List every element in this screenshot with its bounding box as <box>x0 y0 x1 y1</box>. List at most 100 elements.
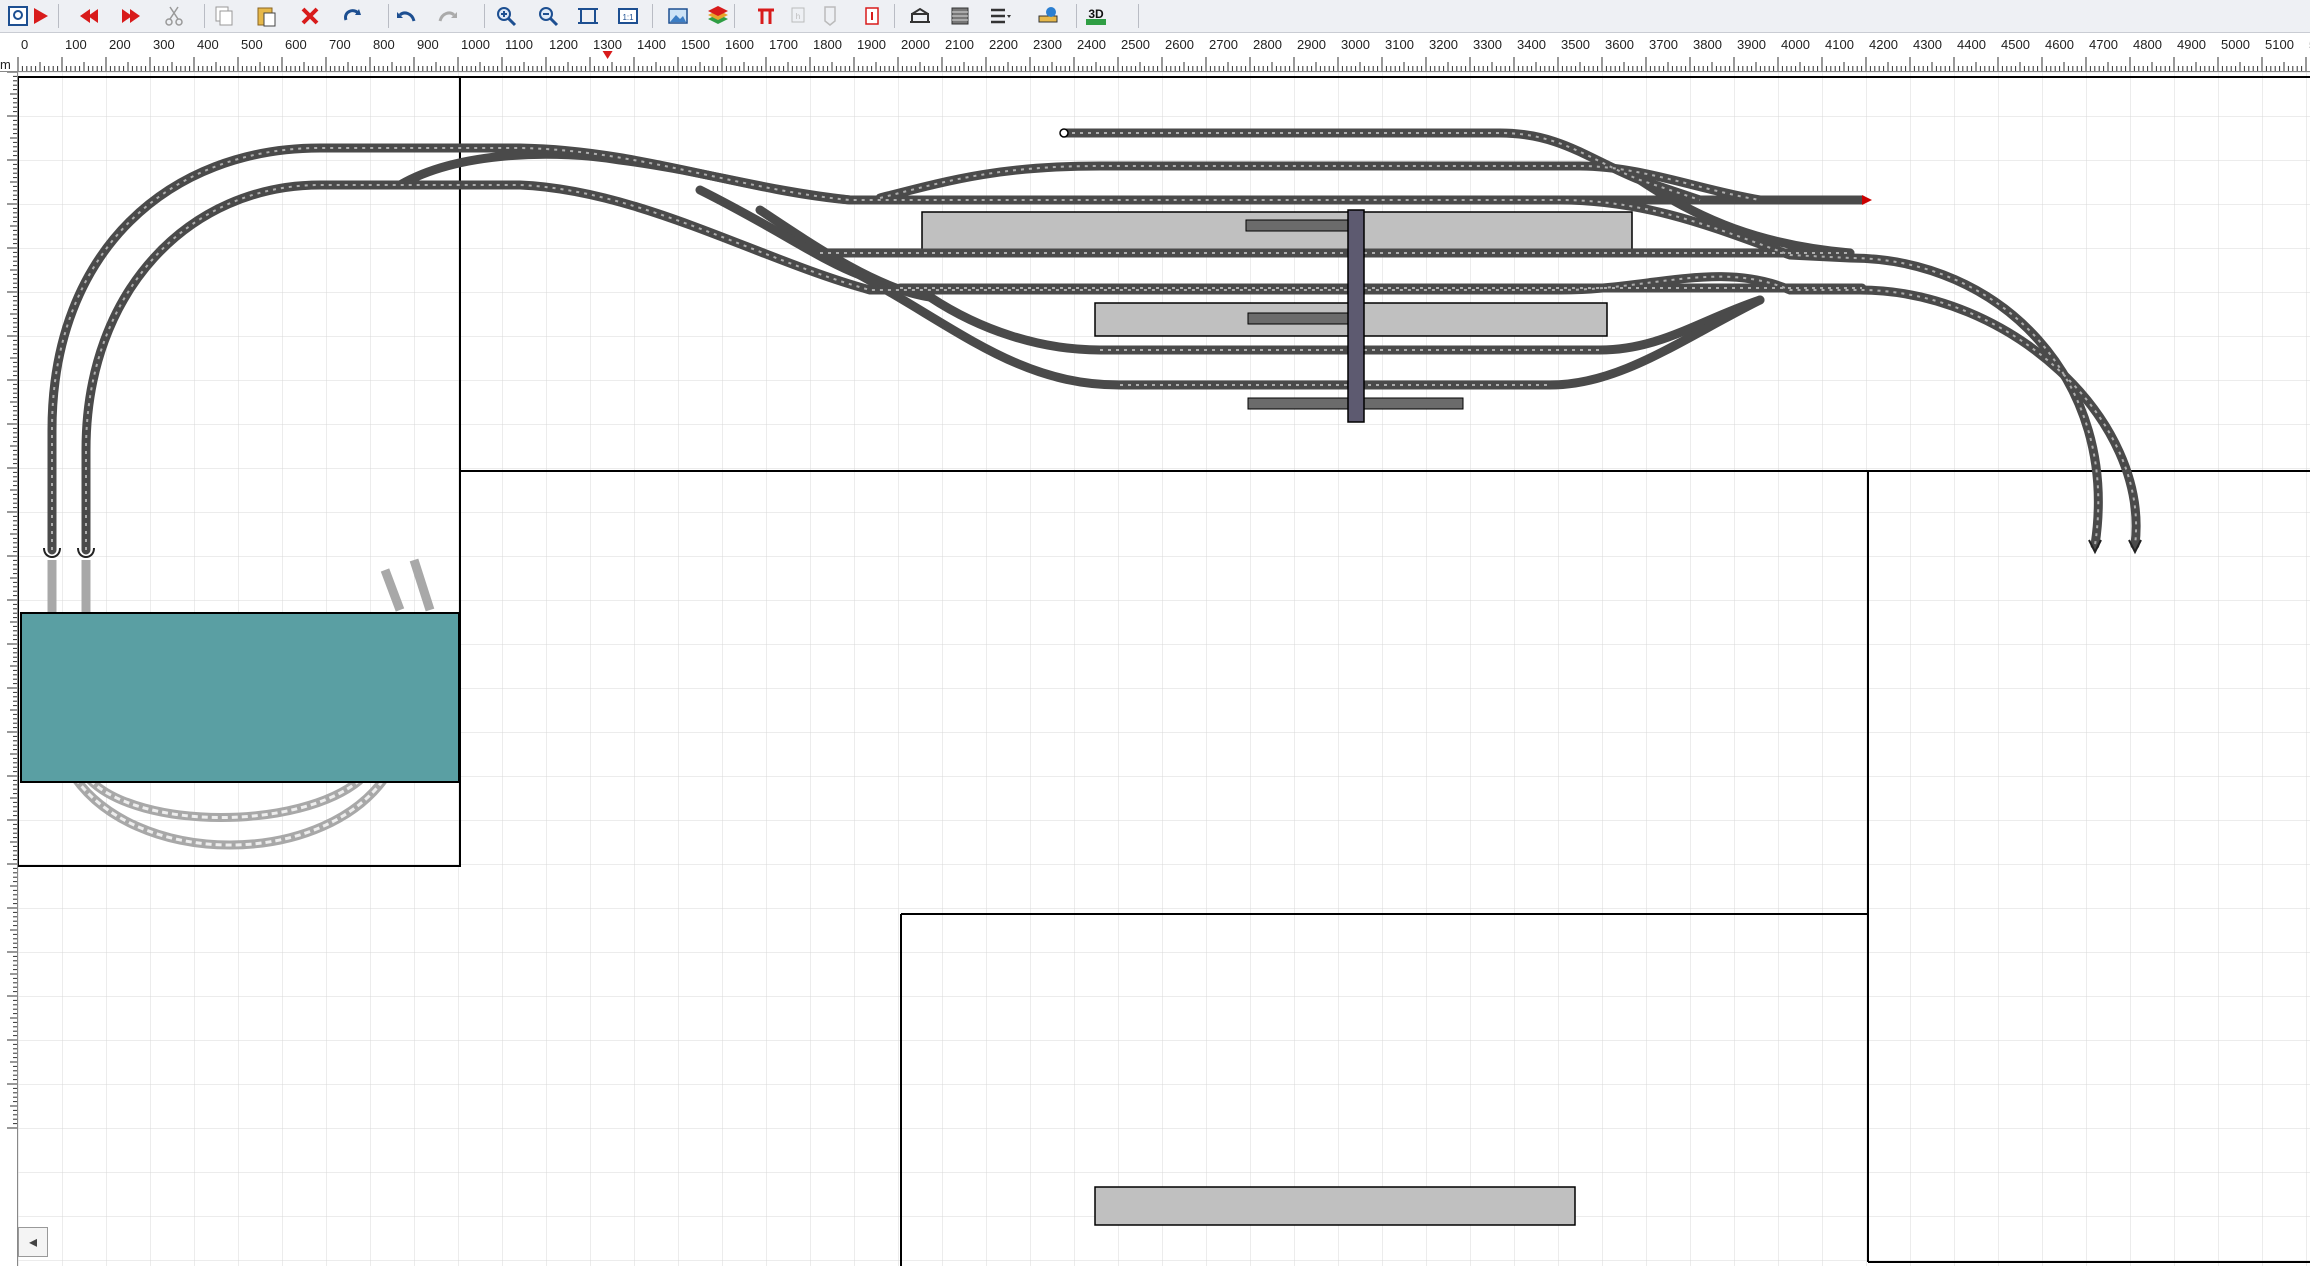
bridge-button[interactable] <box>906 2 934 30</box>
ruler-label: 3700 <box>1649 37 1678 52</box>
ruler-label: 2500 <box>1121 37 1150 52</box>
select-next-icon <box>34 8 48 24</box>
undo-button[interactable] <box>392 2 420 30</box>
ruler-label: 1500 <box>681 37 710 52</box>
layers-icon <box>708 6 728 24</box>
ruler-label: 2700 <box>1209 37 1238 52</box>
shelter-middle[interactable] <box>1247 312 1355 325</box>
ruler-label: 4300 <box>1913 37 1942 52</box>
ruler-label: 4500 <box>2001 37 2030 52</box>
ruler-label: 2400 <box>1077 37 1106 52</box>
delete-icon <box>301 7 319 25</box>
ruler-label: 2800 <box>1253 37 1282 52</box>
ruler-label: 4800 <box>2133 37 2162 52</box>
platform-bottom[interactable] <box>1094 1186 1576 1226</box>
scroll-left-button[interactable]: ◂ <box>18 1227 48 1257</box>
svg-text:3D: 3D <box>1088 7 1104 21</box>
view-3d-button[interactable]: 3D <box>1082 2 1110 30</box>
shelter-upper[interactable] <box>1245 219 1355 232</box>
ruler-label: 900 <box>417 37 439 52</box>
zoom-in-icon <box>497 7 517 27</box>
ruler-label: 4100 <box>1825 37 1854 52</box>
ruler-label: 5000 <box>2221 37 2250 52</box>
toolbar-separator <box>652 4 653 28</box>
svg-text:1:1: 1:1 <box>622 13 634 22</box>
ruler-label: 4000 <box>1781 37 1810 52</box>
buffer-stop-siding[interactable] <box>1059 128 1069 138</box>
paste-button[interactable] <box>252 2 280 30</box>
turntable-box[interactable] <box>20 612 460 783</box>
layers-button[interactable] <box>704 2 732 30</box>
ruler-label: 1200 <box>549 37 578 52</box>
ruler-label: 3300 <box>1473 37 1502 52</box>
background-image-button[interactable] <box>664 2 692 30</box>
toolbar-separator <box>58 4 59 28</box>
ruler-label: 2100 <box>945 37 974 52</box>
bridge-icon <box>910 7 930 23</box>
ruler-unit: m <box>0 57 11 71</box>
zoom-fit-icon <box>578 8 598 24</box>
rewind-icon <box>80 9 98 23</box>
ruler-label: 3800 <box>1693 37 1722 52</box>
module-icon <box>951 7 969 25</box>
ruler-label: 2600 <box>1165 37 1194 52</box>
ruler-label: 1900 <box>857 37 886 52</box>
ruler-label: 800 <box>373 37 395 52</box>
marker-icon <box>824 6 836 26</box>
forward-button[interactable] <box>116 2 144 30</box>
copy-button[interactable] <box>210 2 238 30</box>
rotate-button[interactable] <box>338 2 366 30</box>
ruler-label: 3400 <box>1517 37 1546 52</box>
toolbar-separator <box>894 4 895 28</box>
measure-icon <box>1038 7 1058 23</box>
layout-canvas[interactable] <box>17 72 2310 1266</box>
ruler-scale: 0 100 200 300 400 500 600 700 800 900 1000 1100 1200… <box>0 37 2310 71</box>
footbridge[interactable] <box>1347 209 1365 423</box>
ruler-label: 1700 <box>769 37 798 52</box>
undo-icon <box>397 11 416 22</box>
zoom-in-button[interactable] <box>492 2 520 30</box>
ruler-label: 2300 <box>1033 37 1062 52</box>
toolbar-separator <box>484 4 485 28</box>
rotate-icon <box>344 9 361 21</box>
horizontal-ruler: 0 100 200 300 400 500 600 700 800 900 1000 1100 1200… <box>0 33 2310 72</box>
info-button[interactable] <box>858 2 886 30</box>
ruler-label: 1600 <box>725 37 754 52</box>
ruler-label: 3100 <box>1385 37 1414 52</box>
list-dropdown-icon <box>991 8 1011 24</box>
ruler-position-marker <box>602 51 613 59</box>
marker-button[interactable] <box>816 2 844 30</box>
ruler-label: 1100 <box>505 37 533 52</box>
ruler-label: 700 <box>329 37 351 52</box>
measure-button[interactable] <box>1034 2 1062 30</box>
module-button[interactable] <box>946 2 974 30</box>
height-button[interactable]: h <box>784 2 812 30</box>
ruler-label: 5100 <box>2265 37 2294 52</box>
ruler-label: 2000 <box>901 37 930 52</box>
layout-drawing[interactable] <box>17 72 2310 1266</box>
delete-button[interactable] <box>296 2 324 30</box>
select-next-button[interactable] <box>26 2 54 30</box>
ruler-label: 1300 <box>593 37 622 52</box>
ruler-label: 4700 <box>2089 37 2118 52</box>
forward-icon <box>122 9 140 23</box>
ruler-label: 1400 <box>637 37 666 52</box>
ruler-label: 3000 <box>1341 37 1370 52</box>
ruler-label: 0 <box>21 37 28 52</box>
rewind-button[interactable] <box>76 2 104 30</box>
zoom-out-button[interactable] <box>534 2 562 30</box>
ruler-label: 300 <box>153 37 175 52</box>
zoom-1to1-icon: 1:1 <box>618 8 638 24</box>
height-icon: h <box>791 7 805 23</box>
cut-button[interactable] <box>160 2 188 30</box>
ruler-label: 2900 <box>1297 37 1326 52</box>
redo-icon <box>438 11 457 22</box>
paste-icon <box>257 7 276 27</box>
ruler-label: 400 <box>197 37 219 52</box>
zoom-fit-button[interactable] <box>574 2 602 30</box>
track-red-button[interactable] <box>752 2 780 30</box>
redo-button[interactable] <box>434 2 462 30</box>
list-dropdown-button[interactable] <box>986 2 1014 30</box>
zoom-1to1-button[interactable]: 1:1 <box>614 2 642 30</box>
info-icon <box>865 7 879 25</box>
